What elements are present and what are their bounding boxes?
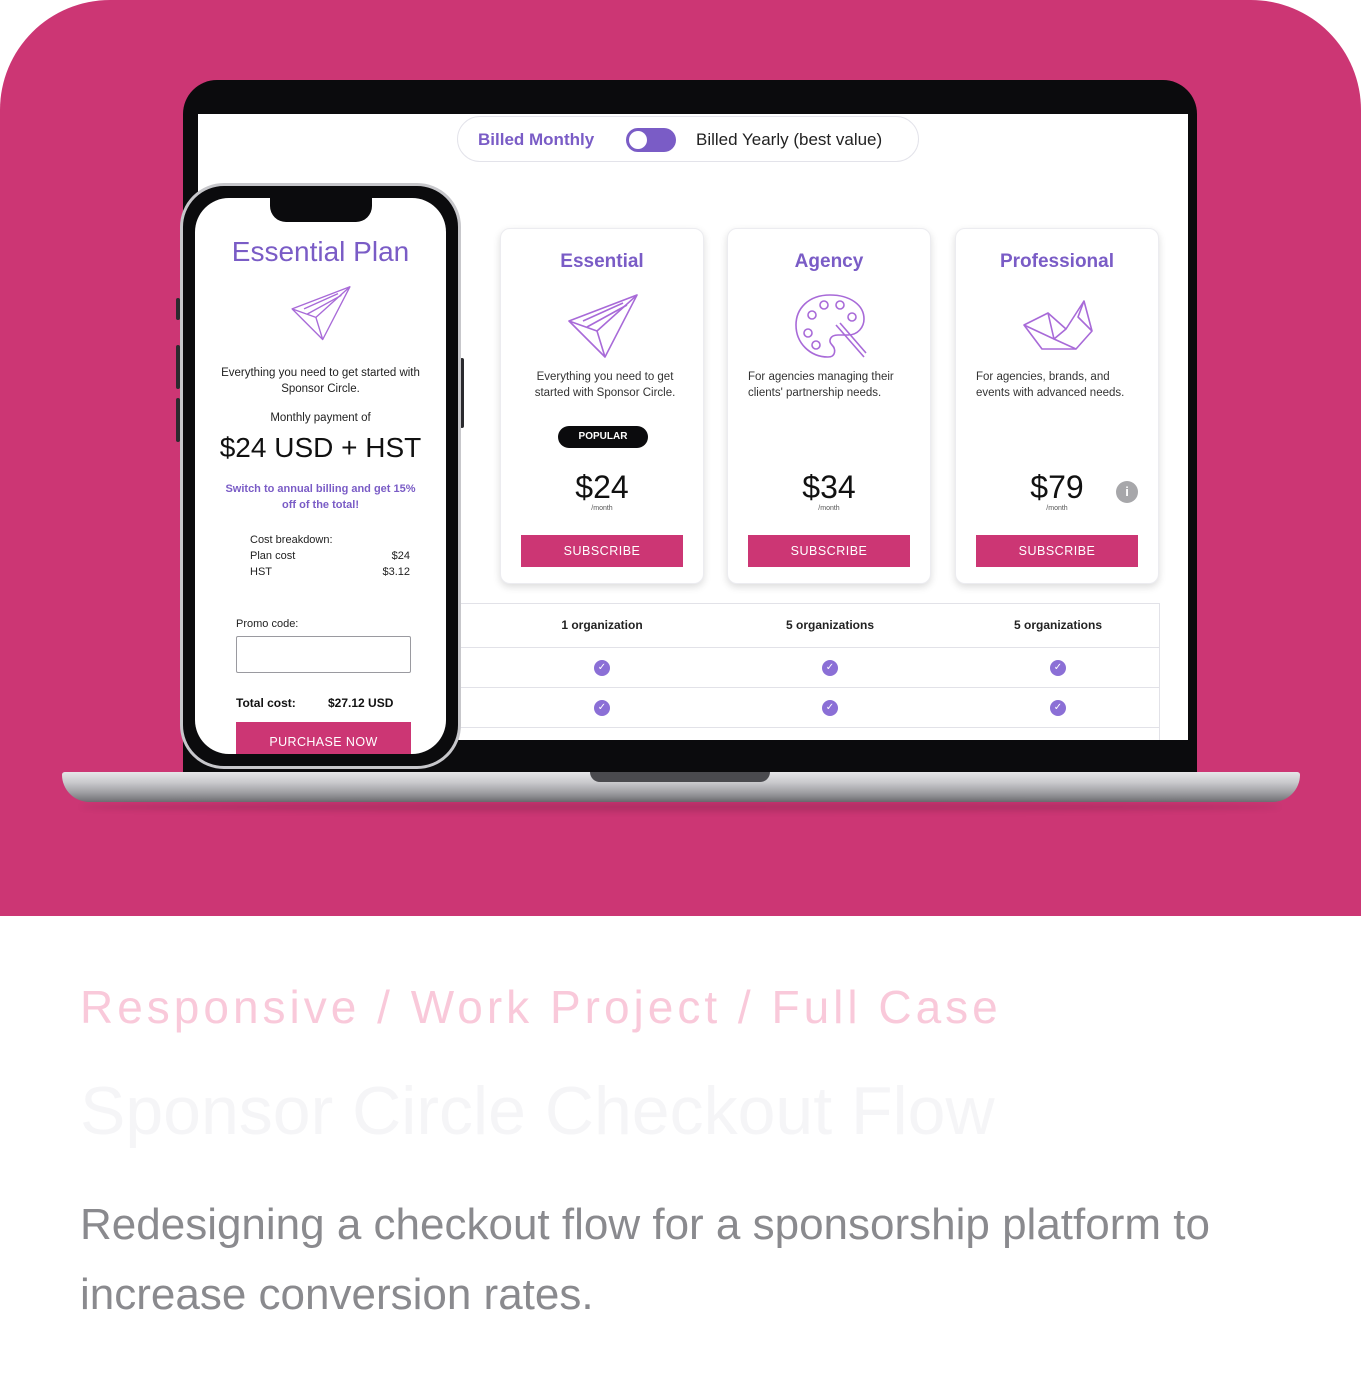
- breakdown-label: HST: [250, 566, 272, 578]
- table-row: 1 organization 5 organizations 5 organiz…: [459, 604, 1159, 648]
- mobile-price: $24 USD + HST: [219, 432, 422, 463]
- plan-description: For agencies managing their clients' par…: [748, 371, 894, 399]
- billed-monthly-label[interactable]: Billed Monthly: [478, 130, 594, 150]
- plan-title: Essential: [560, 251, 644, 272]
- origami-bird-icon: [1023, 300, 1093, 350]
- plan-card-professional: Professional For agencies, brands, and e…: [955, 228, 1159, 584]
- project-title: Sponsor Circle Checkout Flow: [80, 1073, 995, 1149]
- hero-banner: Billed Monthly Billed Yearly (best value…: [0, 0, 1361, 916]
- project-summary: Redesigning a checkout flow for a sponso…: [80, 1200, 1210, 1319]
- total-cost-label: Total cost:: [236, 696, 296, 710]
- breakdown-row: HST $3.12: [250, 564, 410, 580]
- table-cell: 5 organizations: [1013, 618, 1102, 632]
- plan-price: $34: [802, 469, 856, 505]
- table-cell: 5 organizations: [785, 618, 874, 632]
- total-cost-value: $27.12 USD: [328, 696, 394, 710]
- check-icon: ✓: [822, 700, 838, 716]
- laptop-hinge-notch: [590, 772, 770, 782]
- mobile-plan-title: Essential Plan: [231, 236, 410, 267]
- breakdown-label: Plan cost: [250, 550, 296, 562]
- plan-title: Agency: [794, 251, 864, 272]
- plan-period: /month: [591, 505, 613, 512]
- check-icon: ✓: [1050, 660, 1066, 676]
- subscribe-button-agency[interactable]: SUBSCRIBE: [748, 535, 910, 567]
- table-cell: 1 organization: [561, 618, 643, 632]
- popular-badge: POPULAR: [558, 426, 648, 448]
- plan-price: $24: [575, 469, 629, 505]
- subscribe-button-essential[interactable]: SUBSCRIBE: [521, 535, 683, 567]
- plan-card-agency: Agency For agencies managing their clien…: [727, 228, 931, 584]
- plan-title: Professional: [999, 251, 1115, 272]
- check-icon: ✓: [594, 660, 610, 676]
- phone-notch: [270, 198, 372, 222]
- palette-icon: [795, 294, 867, 358]
- breakdown-row: Plan cost $24: [250, 548, 410, 564]
- promo-code-input[interactable]: [236, 636, 411, 673]
- mobile-plan-description: Everything you need to get started with …: [221, 367, 420, 395]
- billing-toggle-bar: Billed Monthly Billed Yearly (best value…: [457, 116, 919, 162]
- info-icon[interactable]: i: [1116, 481, 1138, 503]
- table-row: ✓ ✓ ✓: [459, 688, 1159, 728]
- purchase-now-button[interactable]: PURCHASE NOW: [236, 722, 411, 754]
- phone-frame: Essential Plan Everything you need to ge…: [180, 183, 461, 769]
- paper-plane-icon: [568, 294, 638, 358]
- feature-comparison-table: 1 organization 5 organizations 5 organiz…: [458, 603, 1160, 740]
- annual-billing-link[interactable]: Switch to annual billing and get 15% off…: [220, 481, 421, 513]
- cost-breakdown: Cost breakdown: Plan cost $24 HST $3.12: [250, 532, 410, 580]
- check-icon: ✓: [822, 660, 838, 676]
- plan-period: /month: [1046, 505, 1068, 512]
- monthly-payment-label: Monthly payment of: [270, 412, 371, 424]
- toggle-knob: [629, 131, 647, 149]
- plan-description: Everything you need to get started with …: [534, 371, 676, 399]
- subscribe-button-professional[interactable]: SUBSCRIBE: [976, 535, 1138, 567]
- billing-toggle-switch[interactable]: [626, 128, 676, 152]
- promo-code-label: Promo code:: [236, 618, 299, 630]
- phone-screen: Essential Plan Everything you need to ge…: [195, 198, 446, 754]
- table-row: ✓ ✓ ✓: [459, 648, 1159, 688]
- breakdown-title: Cost breakdown:: [250, 534, 333, 546]
- plan-period: /month: [818, 505, 840, 512]
- breakdown-value: $24: [391, 550, 410, 562]
- check-icon: ✓: [594, 700, 610, 716]
- check-icon: ✓: [1050, 700, 1066, 716]
- paper-plane-icon: [291, 286, 351, 341]
- breakdown-value: $3.12: [382, 566, 410, 578]
- plan-description: For agencies, brands, and events with ad…: [976, 371, 1125, 399]
- plan-card-essential: Essential Everything you need to get sta…: [500, 228, 704, 584]
- billed-yearly-label[interactable]: Billed Yearly (best value): [696, 130, 882, 150]
- project-tags: Responsive / Work Project / Full Case: [80, 981, 1002, 1033]
- laptop-shadow: [80, 802, 1280, 812]
